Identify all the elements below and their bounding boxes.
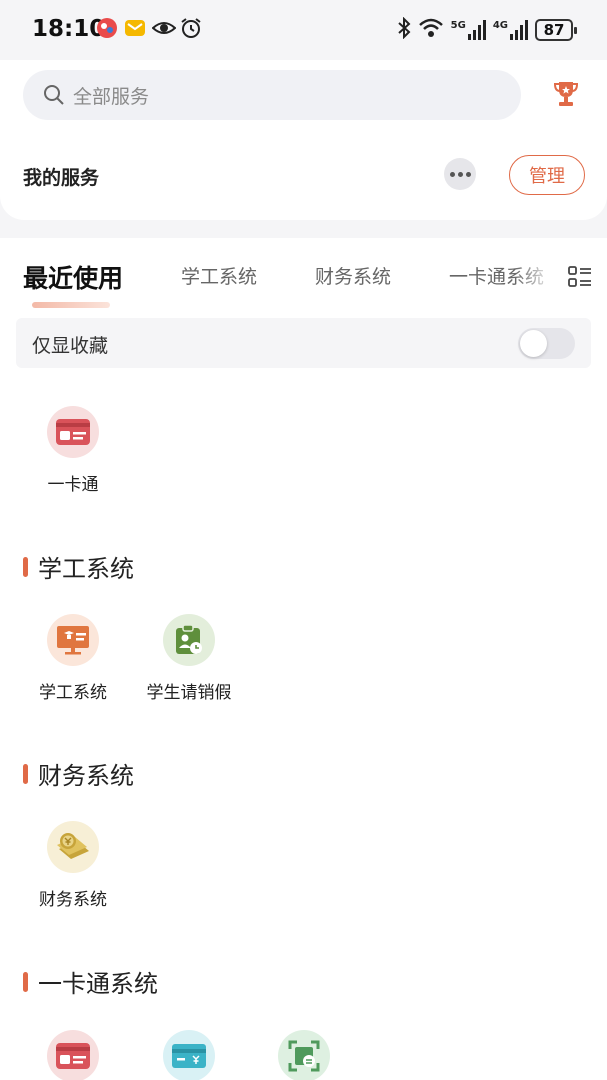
app-label: 财务系统 (39, 890, 107, 910)
tab-recent[interactable]: 最近使用 (23, 259, 123, 295)
status-bar: 18:10 5G 4G 87 (0, 0, 607, 60)
category-tabs: 最近使用 学工系统 财务系统 一卡通系统 (0, 238, 607, 316)
id-card-icon (47, 406, 99, 458)
app-notification-icon (96, 17, 118, 39)
section-title-finance: 财务系统 (23, 756, 134, 791)
active-tab-indicator (32, 302, 110, 308)
tab-fade-overlay (515, 248, 565, 304)
wifi-icon (418, 17, 444, 43)
status-right: 5G 4G 87 (397, 16, 577, 43)
app-label: 一卡通 (47, 475, 99, 495)
section-title-campus-card: 一卡通系统 (23, 964, 158, 999)
app-student-affairs-system[interactable]: 学工系统 (18, 614, 128, 703)
app-label: 学工系统 (39, 683, 107, 703)
my-services-title: 我的服务 (23, 167, 100, 189)
trophy-icon[interactable] (553, 80, 579, 108)
app-finance-system[interactable]: 财务系统 (18, 821, 128, 910)
section-marker (23, 971, 28, 992)
status-time: 18:10 (32, 16, 106, 42)
section-title-student-affairs: 学工系统 (23, 549, 134, 584)
category-list-icon[interactable] (568, 266, 592, 288)
app-label: 学生请销假 (146, 683, 232, 703)
mail-icon (124, 17, 146, 39)
app-campus-card-payment[interactable] (134, 1030, 244, 1080)
leave-request-icon (163, 614, 215, 666)
header-card: 全部服务 我的服务 管理 (0, 60, 607, 220)
scan-code-icon (278, 1030, 330, 1080)
search-icon (43, 84, 65, 106)
battery-indicator: 87 (535, 19, 577, 41)
tab-student-affairs[interactable]: 学工系统 (181, 262, 257, 289)
section-marker (23, 763, 28, 784)
signal-4g-icon: 4G (493, 20, 528, 40)
eye-icon (151, 17, 177, 39)
payment-card-icon (163, 1030, 215, 1080)
app-campus-card-scan[interactable] (249, 1030, 359, 1080)
money-stack-icon (47, 821, 99, 873)
alarm-icon (180, 17, 202, 39)
favorites-only-toggle[interactable] (518, 328, 575, 359)
id-card-icon (47, 1030, 99, 1080)
section-title-text: 财务系统 (38, 762, 134, 790)
section-marker (23, 556, 28, 577)
app-campus-card[interactable]: 一卡通 (18, 406, 128, 495)
section-title-text: 一卡通系统 (38, 970, 158, 998)
app-campus-card-id[interactable] (18, 1030, 128, 1080)
search-placeholder: 全部服务 (73, 85, 150, 108)
more-dot (465, 171, 471, 177)
section-title-text: 学工系统 (38, 555, 134, 583)
app-student-leave[interactable]: 学生请销假 (134, 614, 244, 703)
more-options-button[interactable] (444, 158, 476, 190)
bluetooth-icon (397, 16, 411, 43)
more-dot (449, 171, 455, 177)
search-bar[interactable]: 全部服务 (23, 70, 521, 120)
manage-button[interactable]: 管理 (509, 155, 585, 195)
notification-icons (96, 17, 202, 39)
tab-finance[interactable]: 财务系统 (315, 262, 391, 289)
signal-5g-icon: 5G (451, 20, 486, 40)
toggle-knob (520, 330, 547, 357)
favorites-only-row: 仅显收藏 (16, 318, 591, 368)
teacher-board-icon (47, 614, 99, 666)
favorites-only-label: 仅显收藏 (32, 335, 109, 357)
more-dot (457, 171, 463, 177)
